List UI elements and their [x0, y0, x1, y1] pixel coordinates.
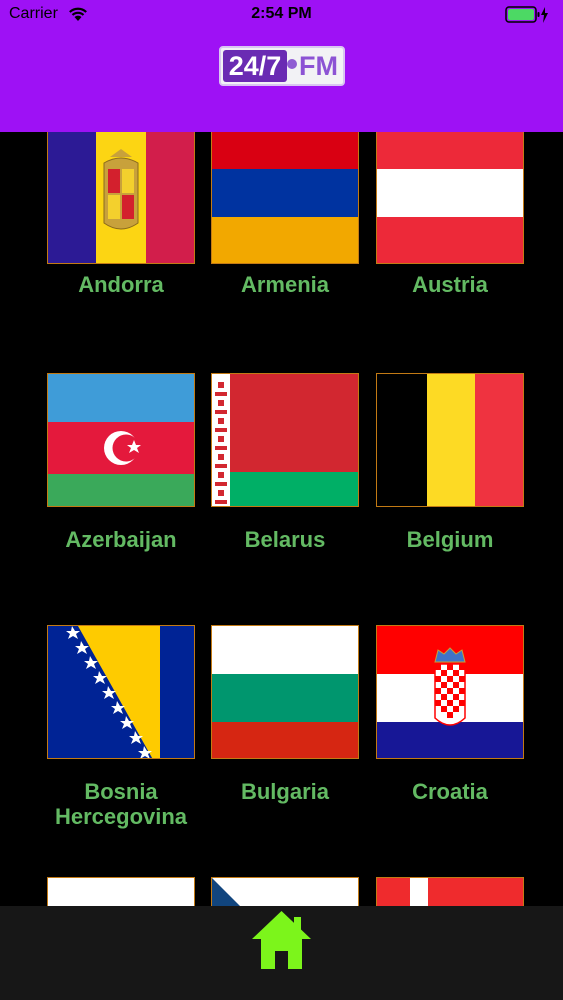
armenia-flag: [211, 132, 359, 264]
bottom-nav: [0, 906, 563, 1000]
bosnia-hercegovina-flag: [47, 625, 195, 759]
country-name: Austria: [412, 272, 488, 297]
azerbaijan-flag: [47, 373, 195, 507]
austria-flag: [376, 132, 524, 264]
status-bar: Carrier 2:54 PM: [0, 0, 563, 30]
country-name: Belarus: [244, 527, 326, 552]
country-name: Bosnia Hercegovina: [54, 779, 188, 829]
country-name: Armenia: [240, 272, 330, 297]
logo-dot: [287, 59, 297, 69]
bulgaria-flag: [211, 625, 359, 759]
belgium-flag: [376, 373, 524, 507]
czech-republic-flag: [211, 877, 359, 906]
denmark-flag: [376, 877, 524, 906]
country-name: Belgium: [406, 527, 494, 552]
status-time: 2:54 PM: [251, 5, 312, 22]
country-grid[interactable]: Andorra Armenia Austria Azerbaijan Belar…: [0, 132, 563, 906]
country-name: Croatia: [412, 779, 488, 804]
belarus-flag: [211, 373, 359, 507]
battery-icon: [505, 6, 548, 23]
cyprus-flag: [47, 877, 195, 906]
logo-text-left: 24/7: [223, 50, 287, 82]
logo-text-right: FM: [299, 51, 338, 81]
country-name: Bulgaria: [240, 779, 330, 804]
country-name: Azerbaijan: [65, 527, 177, 552]
home-icon[interactable]: [250, 909, 313, 971]
croatia-flag: [376, 625, 524, 759]
andorra-flag: [47, 132, 195, 264]
country-name: Andorra: [78, 272, 164, 297]
app-logo: 24/7 FM: [219, 46, 345, 86]
